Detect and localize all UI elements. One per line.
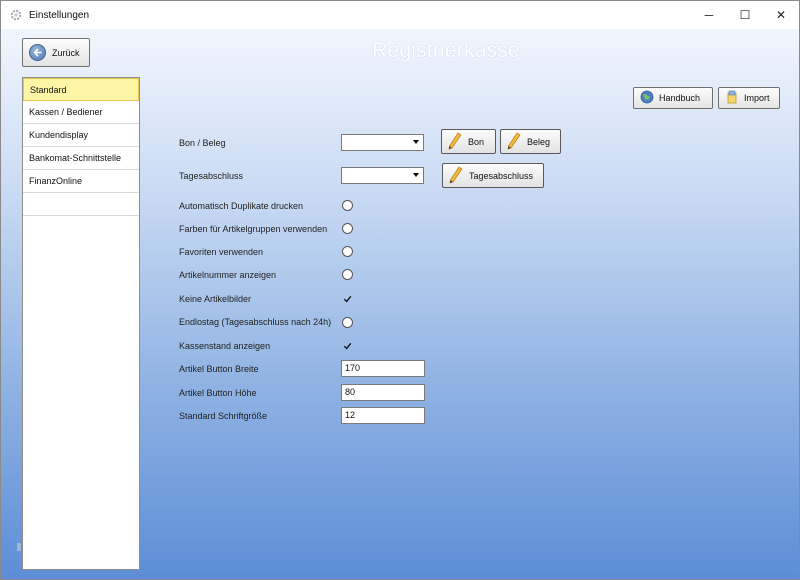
chevron-down-icon <box>413 140 419 144</box>
import-icon <box>725 90 739 106</box>
standard-schriftgroesse-input[interactable]: 12 <box>341 407 425 424</box>
option-label: Keine Artikelbilder <box>179 294 252 304</box>
nav-item-standard[interactable]: Standard <box>23 78 139 101</box>
pencil-icon <box>507 132 521 152</box>
option-checkbox-endlostag[interactable] <box>342 317 353 328</box>
window-title: Einstellungen <box>29 9 90 21</box>
pencil-icon <box>448 132 462 152</box>
option-checkbox-artikelnummer[interactable] <box>342 269 353 280</box>
page-title: Registrierkasse <box>372 39 520 62</box>
option-label: Endlostag (Tagesabschluss nach 24h) <box>179 317 332 327</box>
title-bar[interactable]: Einstellungen ─ ☐ ✕ <box>1 1 799 29</box>
import-button[interactable]: Import <box>718 87 780 109</box>
settings-window: Einstellungen ─ ☐ ✕ Zurück Registrierkas… <box>0 0 800 580</box>
option-checkbox-kassenstand[interactable] <box>342 340 353 351</box>
pencil-icon <box>449 166 463 186</box>
nav-item-kundendisplay[interactable]: Kundendisplay <box>23 124 139 147</box>
tagesabschluss-label: Tagesabschluss <box>179 171 244 181</box>
standard-schriftgroesse-label: Standard Schriftgröße <box>179 411 268 421</box>
checkmark-icon <box>343 342 352 350</box>
artikel-button-hoehe-input[interactable]: 80 <box>341 384 425 401</box>
bon-beleg-select[interactable] <box>341 134 424 151</box>
option-checkbox-farben-artikelgruppen[interactable] <box>342 223 353 234</box>
bon-button[interactable]: Bon <box>441 129 496 154</box>
handbuch-button[interactable]: Handbuch <box>633 87 713 109</box>
option-label: Kassenstand anzeigen <box>179 341 271 351</box>
option-label: Automatisch Duplikate drucken <box>179 201 304 211</box>
handbuch-label: Handbuch <box>659 93 701 103</box>
import-label: Import <box>744 93 770 103</box>
chevron-down-icon <box>413 173 419 177</box>
client-area: Zurück Registrierkasse Standard Kassen /… <box>1 29 799 579</box>
nav-item-kassen-bediener[interactable]: Kassen / Bediener <box>23 101 139 124</box>
beleg-button-label: Beleg <box>527 136 551 147</box>
minimize-button[interactable]: ─ <box>691 1 727 29</box>
nav-item-finanzonline[interactable]: FinanzOnline <box>23 170 139 193</box>
tagesabschluss-button-label: Tagesabschluss <box>469 170 534 181</box>
maximize-button[interactable]: ☐ <box>727 1 763 29</box>
artikel-button-breite-label: Artikel Button Breite <box>179 364 259 374</box>
nav-item-empty[interactable] <box>23 193 139 216</box>
option-checkbox-auto-duplikate[interactable] <box>342 200 353 211</box>
tagesabschluss-button[interactable]: Tagesabschluss <box>442 163 544 188</box>
window-controls: ─ ☐ ✕ <box>691 1 799 29</box>
splitter-handle[interactable] <box>17 543 21 551</box>
option-checkbox-favoriten[interactable] <box>342 246 353 257</box>
option-label: Artikelnummer anzeigen <box>179 270 277 280</box>
option-label: Favoriten verwenden <box>179 247 264 257</box>
tagesabschluss-select[interactable] <box>341 167 424 184</box>
globe-icon <box>640 90 654 106</box>
checkmark-icon <box>343 295 352 303</box>
bon-beleg-label: Bon / Beleg <box>179 138 226 148</box>
nav-item-bankomat-schnittstelle[interactable]: Bankomat-Schnittstelle <box>23 147 139 170</box>
option-checkbox-keine-artikelbilder[interactable] <box>342 293 353 304</box>
beleg-button[interactable]: Beleg <box>500 129 561 154</box>
option-label: Farben für Artikelgruppen verwenden <box>179 224 328 234</box>
app-gear-icon <box>9 8 23 22</box>
bon-button-label: Bon <box>468 136 485 147</box>
settings-nav-list: Standard Kassen / Bediener Kundendisplay… <box>22 77 140 570</box>
artikel-button-hoehe-label: Artikel Button Höhe <box>179 388 257 398</box>
artikel-button-breite-input[interactable]: 170 <box>341 360 425 377</box>
close-button[interactable]: ✕ <box>763 1 799 29</box>
